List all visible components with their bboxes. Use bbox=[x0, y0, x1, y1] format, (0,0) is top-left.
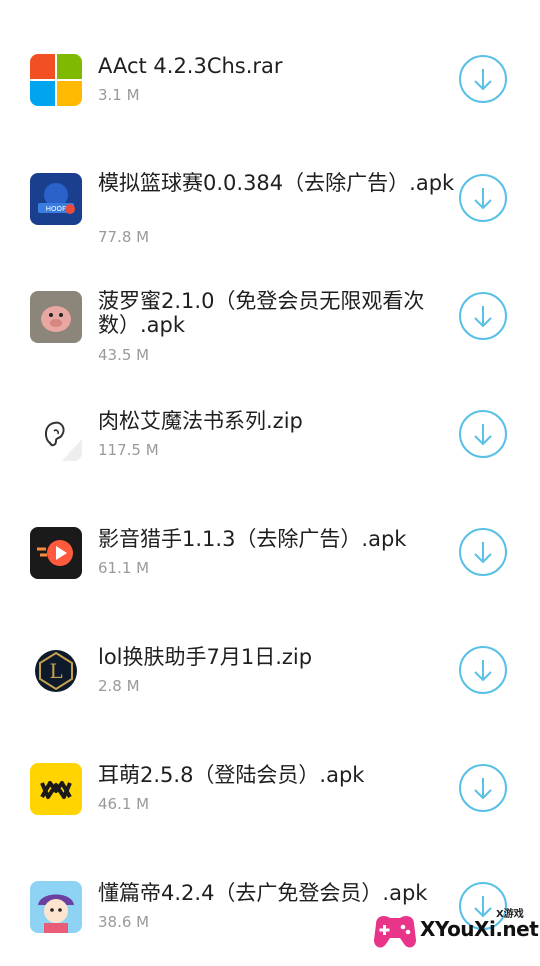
download-button[interactable] bbox=[459, 528, 507, 576]
download-button[interactable] bbox=[459, 174, 507, 222]
file-size: 3.1 M bbox=[98, 86, 140, 104]
file-size: 61.1 M bbox=[98, 559, 150, 577]
watermark-text: XYouXi.net bbox=[420, 917, 539, 941]
download-arrow-icon bbox=[474, 542, 492, 564]
gamepad-logo-icon bbox=[370, 906, 420, 956]
download-button[interactable] bbox=[459, 646, 507, 694]
download-arrow-icon bbox=[474, 306, 492, 328]
file-name: lol换肤助手7月1日.zip bbox=[98, 645, 313, 669]
file-name: 肉松艾魔法书系列.zip bbox=[98, 409, 303, 433]
download-arrow-icon bbox=[474, 188, 492, 210]
file-size: 38.6 M bbox=[98, 913, 150, 931]
download-button[interactable] bbox=[459, 292, 507, 340]
file-size: 77.8 M bbox=[98, 228, 150, 246]
file-list: AAct 4.2.3Chs.rar 3.1 M HOOP 模拟篮球赛0.0.38… bbox=[0, 0, 540, 960]
list-item[interactable]: 影音猎手1.1.3（去除广告）.apk 61.1 M bbox=[0, 494, 540, 612]
download-arrow-icon bbox=[474, 778, 492, 800]
file-size: 43.5 M bbox=[98, 346, 150, 364]
file-name: 菠罗蜜2.1.0（免登会员无限观看次数）.apk bbox=[98, 289, 425, 337]
basketball-game-icon: HOOP bbox=[30, 173, 82, 225]
list-item[interactable]: HOOP 模拟篮球赛0.0.384（去除广告）.apk 77.8 M bbox=[0, 140, 540, 258]
list-item[interactable]: 肉松艾魔法书系列.zip 117.5 M bbox=[0, 376, 540, 494]
list-item[interactable]: L lol换肤助手7月1日.zip 2.8 M bbox=[0, 612, 540, 730]
file-size: 2.8 M bbox=[98, 677, 140, 695]
ermeng-logo-icon bbox=[30, 763, 82, 815]
file-name: 模拟篮球赛0.0.384（去除广告）.apk bbox=[98, 171, 455, 195]
anime-character-icon bbox=[30, 881, 82, 933]
file-name: 耳萌2.5.8（登陆会员）.apk bbox=[98, 763, 365, 787]
play-button-icon bbox=[30, 527, 82, 579]
ear-icon bbox=[30, 409, 82, 461]
download-arrow-icon bbox=[474, 660, 492, 682]
file-size: 46.1 M bbox=[98, 795, 150, 813]
download-arrow-icon bbox=[474, 69, 492, 91]
list-item[interactable]: 耳萌2.5.8（登陆会员）.apk 46.1 M bbox=[0, 730, 540, 848]
pig-toy-icon bbox=[30, 291, 82, 343]
windows-logo-icon bbox=[30, 54, 82, 106]
list-item[interactable]: 菠罗蜜2.1.0（免登会员无限观看次数）.apk 43.5 M bbox=[0, 258, 540, 376]
svg-text:L: L bbox=[49, 659, 62, 683]
download-button[interactable] bbox=[459, 764, 507, 812]
file-size: 117.5 M bbox=[98, 441, 159, 459]
download-arrow-icon bbox=[474, 424, 492, 446]
file-name: 影音猎手1.1.3（去除广告）.apk bbox=[98, 527, 407, 551]
file-name: AAct 4.2.3Chs.rar bbox=[98, 54, 283, 78]
svg-text:HOOP: HOOP bbox=[46, 205, 67, 213]
download-button[interactable] bbox=[459, 55, 507, 103]
download-button[interactable] bbox=[459, 410, 507, 458]
league-logo-icon: L bbox=[30, 645, 82, 697]
list-item[interactable]: AAct 4.2.3Chs.rar 3.1 M bbox=[0, 21, 540, 139]
